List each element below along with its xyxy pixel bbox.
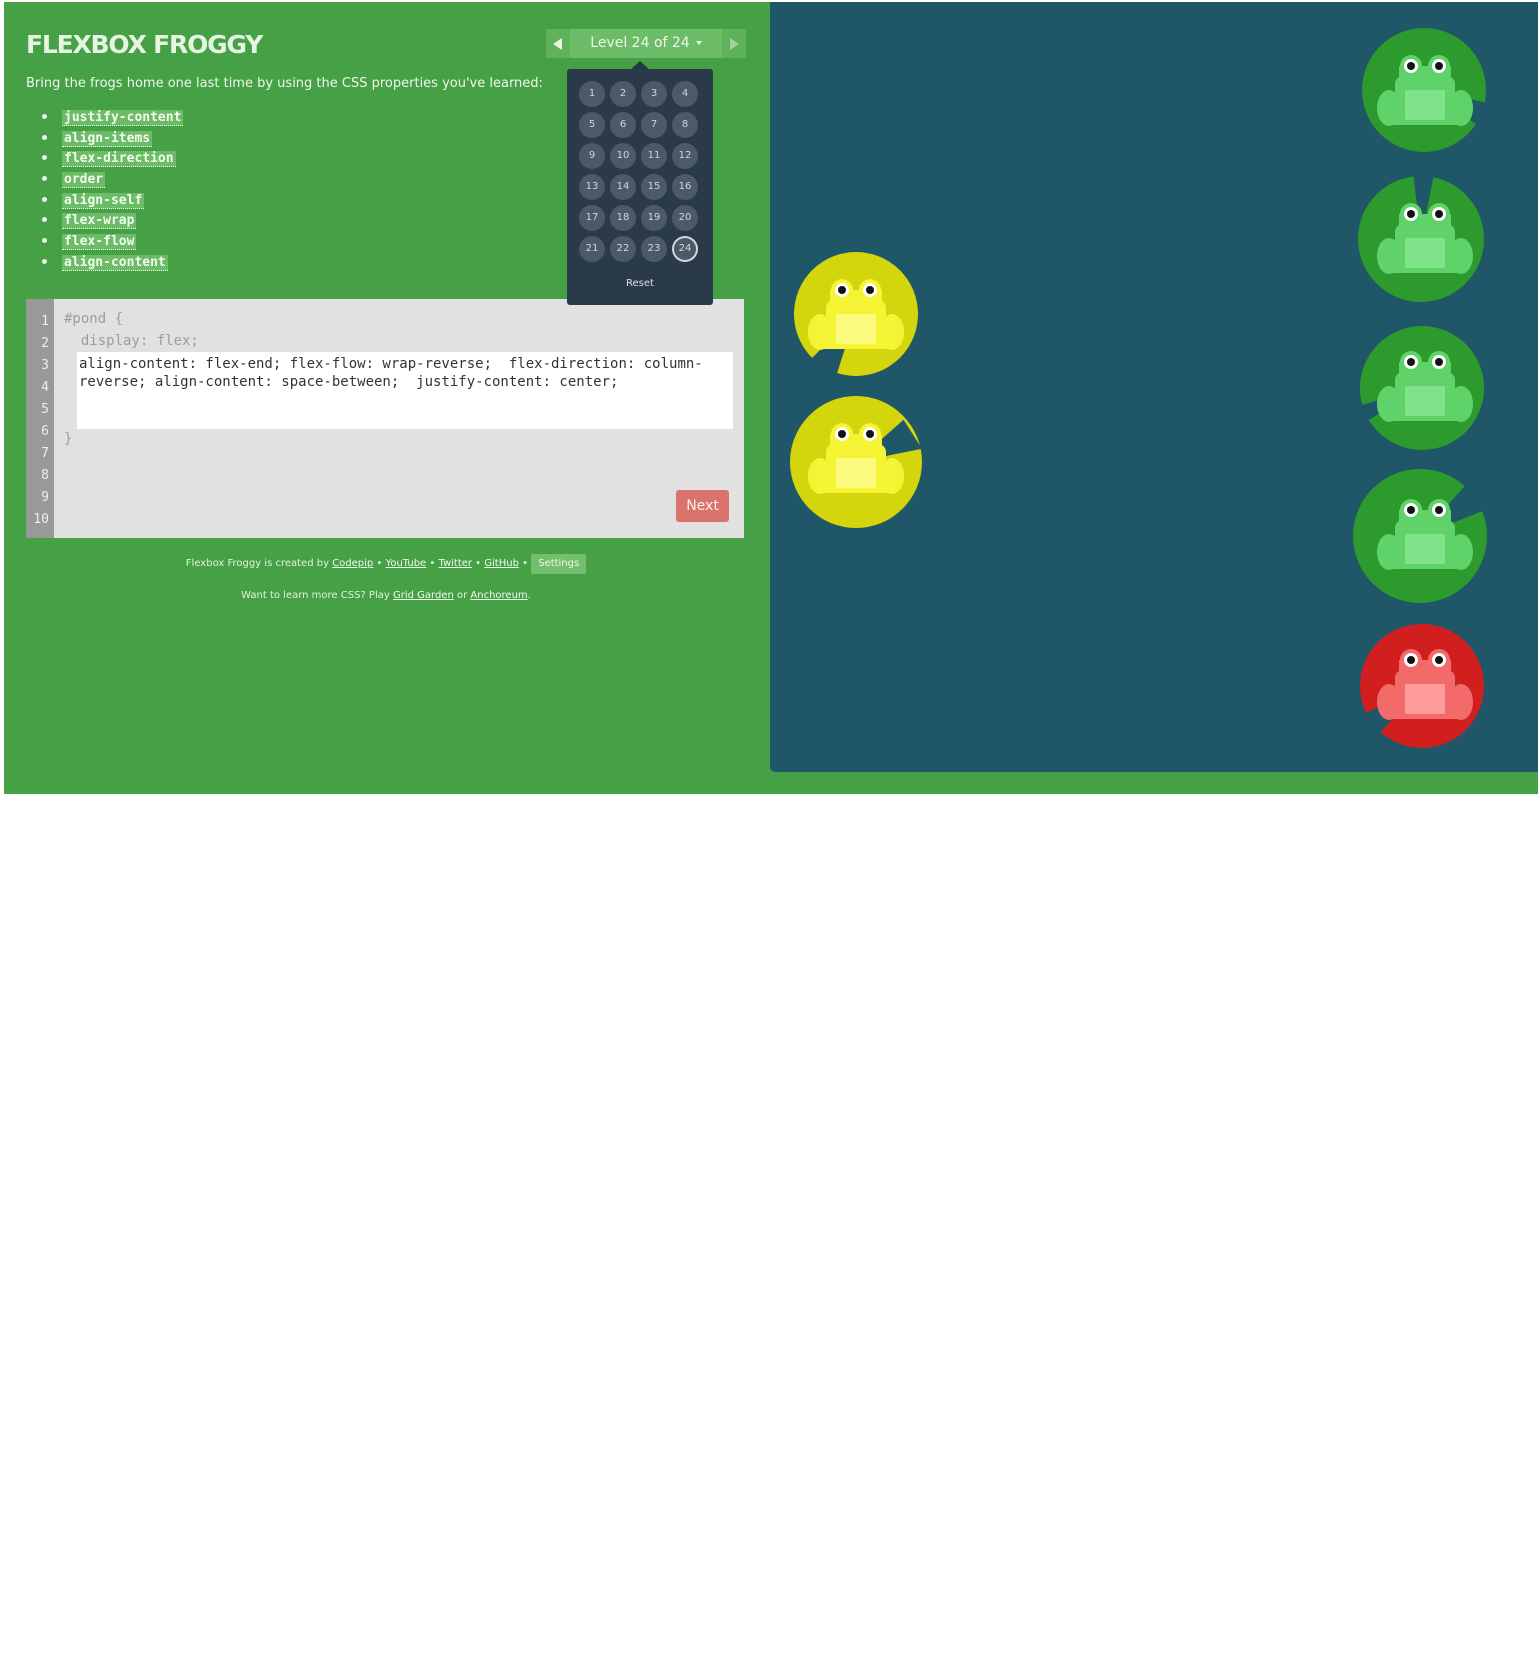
level-button-22[interactable]: 22 (610, 236, 636, 262)
frog-green-icon (1375, 52, 1475, 128)
property-code[interactable]: align-items (62, 130, 153, 147)
level-button-8[interactable]: 8 (672, 112, 698, 138)
code-line-closing-brace: } (64, 431, 73, 447)
property-code[interactable]: order (62, 172, 106, 189)
next-level-arrow-icon[interactable] (722, 29, 746, 58)
level-button-5[interactable]: 5 (579, 112, 605, 138)
next-button[interactable]: Next (676, 490, 729, 522)
level-button-1[interactable]: 1 (579, 81, 605, 107)
anchoreum-link[interactable]: Anchoreum (470, 590, 527, 601)
line-number: 7 (41, 446, 49, 461)
level-button-10[interactable]: 10 (610, 143, 636, 169)
levels-dropdown: 1 2 3 4 5 6 7 8 9 10 11 12 13 14 15 16 17 18 19 20 21 22 23 24 … (567, 61, 713, 305)
github-link[interactable]: GitHub (484, 558, 519, 569)
line-number: 8 (41, 468, 49, 483)
level-grid: 1 2 3 4 5 6 7 8 9 10 11 12 13 14 15 16 17 18 19 20 21 22 23 24 (579, 81, 698, 262)
previous-level-arrow-icon[interactable] (546, 29, 570, 58)
frog-green-icon (1375, 348, 1475, 424)
line-number: 9 (41, 490, 49, 505)
level-navigation: Level 24 of 24 (546, 29, 746, 58)
twitter-link[interactable]: Twitter (438, 558, 472, 569)
property-code[interactable]: justify-content (62, 110, 184, 126)
line-number: 1 (41, 314, 49, 329)
level-button-23[interactable]: 23 (641, 236, 667, 262)
level-button-17[interactable]: 17 (579, 205, 605, 231)
line-number: 5 (41, 402, 49, 417)
property-code[interactable]: align-self (62, 192, 145, 209)
level-indicator[interactable]: Level 24 of 24 (570, 29, 722, 58)
app-root: FLEXBOX FROGGY Level 24 of 24 Bring the … (4, 2, 1538, 794)
frog-yellow-icon (806, 420, 906, 496)
level-button-11[interactable]: 11 (641, 143, 667, 169)
line-number-gutter: 1 2 3 4 5 6 7 8 9 10 (26, 299, 54, 538)
period-text: . (527, 590, 531, 601)
level-button-18[interactable]: 18 (610, 205, 636, 231)
level-button-12[interactable]: 12 (672, 143, 698, 169)
list-item: align-self (42, 189, 183, 210)
list-item: order (42, 168, 183, 189)
level-button-13[interactable]: 13 (579, 174, 605, 200)
line-number: 4 (41, 380, 49, 395)
level-button-4[interactable]: 4 (672, 81, 698, 107)
level-button-7[interactable]: 7 (641, 112, 667, 138)
footer-credits: Flexbox Froggy is created by Codepip • Y… (4, 554, 768, 574)
property-list: justify-content align-items flex-directi… (26, 106, 184, 272)
instructions: Bring the frogs home one last time by us… (26, 76, 543, 91)
pond (770, 2, 1538, 772)
level-button-14[interactable]: 14 (610, 174, 636, 200)
property-code[interactable]: flex-direction (62, 151, 176, 168)
list-item: align-items (42, 127, 183, 148)
level-button-3[interactable]: 3 (641, 81, 667, 107)
reset-button[interactable]: Reset (567, 278, 713, 289)
level-button-16[interactable]: 16 (672, 174, 698, 200)
property-code[interactable]: flex-wrap (62, 213, 137, 230)
settings-button[interactable]: Settings (531, 554, 587, 574)
level-button-15[interactable]: 15 (641, 174, 667, 200)
line-number: 10 (33, 512, 49, 527)
frog-yellow-icon (806, 276, 906, 352)
app-title: FLEXBOX FROGGY (26, 30, 263, 59)
line-number: 2 (41, 336, 49, 351)
level-button-2[interactable]: 2 (610, 81, 636, 107)
list-item: align-content (42, 251, 183, 272)
level-label: Level 24 of 24 (590, 35, 690, 51)
frog-green-icon (1375, 200, 1475, 276)
list-item: flex-direction (42, 147, 183, 168)
css-editor: 1 2 3 4 5 6 7 8 9 10 #pond { display: fl… (26, 299, 744, 538)
code-line-display: display: flex; (64, 333, 199, 349)
property-code[interactable]: align-content (62, 254, 168, 271)
frog-green-icon (1375, 496, 1475, 572)
css-code-input[interactable]: align-content: flex-end; flex-flow: wrap… (77, 352, 733, 429)
property-code[interactable]: flex-flow (62, 234, 137, 251)
list-item: justify-content (42, 106, 184, 127)
code-line-selector: #pond { (64, 311, 124, 327)
level-button-9[interactable]: 9 (579, 143, 605, 169)
credits-text: Flexbox Froggy is created by (185, 558, 330, 569)
codepip-link[interactable]: Codepip (332, 558, 373, 569)
list-item: flex-wrap (42, 209, 183, 230)
line-number: 3 (41, 358, 49, 373)
youtube-link[interactable]: YouTube (386, 558, 427, 569)
caret-down-icon (695, 41, 702, 45)
or-text: or (456, 590, 468, 601)
grid-garden-link[interactable]: Grid Garden (393, 590, 454, 601)
line-number: 6 (41, 424, 49, 439)
level-button-21[interactable]: 21 (579, 236, 605, 262)
frog-red-icon (1375, 646, 1475, 722)
level-button-24[interactable]: 24 (672, 236, 698, 262)
footer-more: Want to learn more CSS? Play Grid Garden… (4, 590, 768, 601)
list-item: flex-flow (42, 230, 183, 251)
level-button-20[interactable]: 20 (672, 205, 698, 231)
more-text: Want to learn more CSS? Play (241, 590, 390, 601)
level-button-19[interactable]: 19 (641, 205, 667, 231)
level-button-6[interactable]: 6 (610, 112, 636, 138)
